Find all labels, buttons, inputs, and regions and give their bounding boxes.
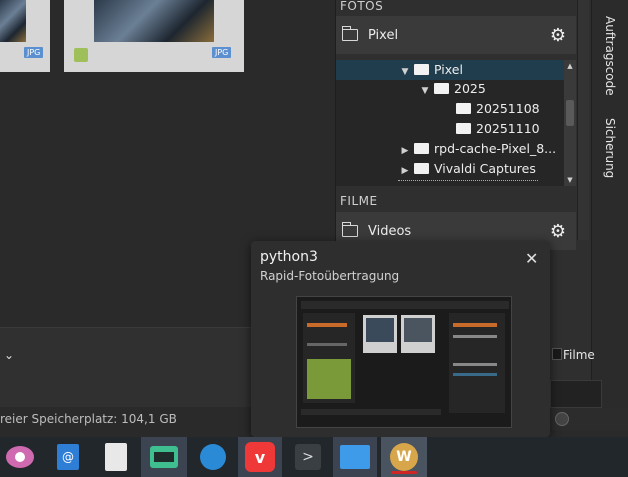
window-preview-popup[interactable]: python3 Rapid-Fotoübertragung ✕: [251, 241, 550, 437]
taskbar-item-files[interactable]: [333, 437, 377, 477]
videos-section-header: FILME: [340, 194, 378, 208]
tree-item[interactable]: ▶ Vivaldi Captures: [336, 159, 536, 179]
tree-item-label: Vivaldi Captures: [434, 161, 536, 176]
cut-off-row: [398, 180, 538, 182]
folder-icon: [456, 103, 471, 114]
rapid-photo-downloader-icon: W: [390, 443, 418, 471]
taskbar-item-eye[interactable]: [0, 437, 40, 477]
scroll-up-icon[interactable]: ▲: [564, 60, 576, 72]
scroll-down-icon[interactable]: ▼: [564, 174, 576, 186]
taskbar-item-terminal[interactable]: >: [290, 437, 326, 477]
mini-statusbar: [301, 409, 441, 415]
thumbnail-image: [94, 0, 214, 42]
expand-arrow-icon[interactable]: ▼: [418, 81, 432, 101]
download-icon: [74, 48, 88, 62]
jpg-badge: JPG: [24, 47, 44, 58]
outer-scrollbar[interactable]: [577, 0, 589, 240]
mini-thumb: [363, 315, 397, 353]
taskbar-item-rapid-photo-downloader[interactable]: W: [381, 437, 427, 477]
mini-right-panel: [449, 313, 505, 413]
slider-handle[interactable]: [555, 412, 569, 426]
photos-folder-label: Pixel: [368, 27, 399, 43]
folder-icon: [341, 26, 358, 41]
tree-item[interactable]: ▼ Pixel: [336, 60, 564, 80]
folder-icon: [414, 143, 429, 154]
files-app-icon: [340, 445, 370, 469]
expand-arrow-icon[interactable]: ▶: [398, 161, 412, 181]
tree-item-label: rpd-cache-Pixel_8...: [434, 141, 557, 156]
thumbnail-image: [0, 0, 26, 42]
active-indicator: [391, 471, 417, 474]
tab-sicherung[interactable]: Sicherung: [603, 118, 617, 178]
taskbar-item-mail[interactable]: @: [50, 437, 86, 477]
side-tab-strip: Auftragscode Sicherung: [591, 0, 628, 407]
filme-label: Filme: [563, 348, 595, 362]
tree-item-label: Pixel: [434, 62, 463, 77]
tree-item[interactable]: ▼ 2025: [336, 79, 486, 99]
taskbar-item-audio[interactable]: [141, 437, 187, 477]
free-space-label: reier Speicherplatz: 104,1 GB: [0, 412, 177, 426]
thumbnail-card[interactable]: JPG: [64, 0, 244, 72]
gear-icon[interactable]: ⚙: [550, 221, 566, 242]
window-thumbnail[interactable]: [296, 296, 512, 428]
popup-title: python3: [260, 249, 318, 265]
folder-tree[interactable]: ▼ Pixel ▼ 2025 20251108 20251110 ▶ rpd-cach…: [336, 60, 564, 186]
photos-destination-bar[interactable]: Pixel ⚙: [336, 16, 576, 54]
jpg-badge: JPG: [212, 47, 232, 58]
folder-icon: [341, 222, 358, 237]
tree-item[interactable]: ▶ rpd-cache-Pixel_8...: [336, 139, 557, 161]
bird-app-icon: [200, 444, 226, 470]
document-app-icon: [105, 443, 127, 471]
folder-icon: [414, 64, 429, 75]
terminal-app-icon: >: [295, 444, 321, 470]
eye-app-icon: [6, 446, 34, 468]
tree-item-label: 20251108: [476, 101, 540, 116]
taskbar-item-document[interactable]: [98, 437, 134, 477]
tab-auftragscode[interactable]: Auftragscode: [603, 16, 617, 96]
vivaldi-app-icon: v: [245, 442, 275, 472]
popup-subtitle: Rapid-Fotoübertragung: [260, 269, 400, 283]
mini-toolbar: [301, 301, 509, 309]
folder-icon: [456, 123, 471, 134]
scrollbar-thumb[interactable]: [566, 100, 574, 126]
photos-section-header: FOTOS: [340, 0, 384, 13]
videos-folder-label: Videos: [368, 223, 412, 239]
chevron-down-icon[interactable]: ⌄: [4, 348, 14, 362]
mini-left-panel: [303, 313, 355, 403]
mail-app-icon: @: [57, 444, 79, 470]
taskbar-item-bird[interactable]: [193, 437, 233, 477]
tree-item[interactable]: 20251110: [336, 119, 540, 139]
tree-item-label: 2025: [454, 81, 486, 96]
thumbnail-strip: JPG JPG: [0, 0, 335, 72]
tree-item-label: 20251110: [476, 121, 540, 136]
tree-scrollbar[interactable]: ▲ ▼: [564, 60, 576, 186]
taskbar: @ v > W: [0, 437, 628, 477]
tree-item[interactable]: 20251108: [336, 99, 540, 119]
audio-app-icon: [150, 446, 178, 468]
filme-checkbox[interactable]: [552, 348, 562, 360]
folder-icon: [414, 163, 429, 174]
mini-thumb: [401, 315, 435, 353]
thumbnail-card[interactable]: JPG: [0, 0, 50, 72]
folder-icon: [434, 83, 449, 94]
slider-track[interactable]: [545, 408, 628, 430]
gear-icon[interactable]: ⚙: [550, 25, 566, 46]
taskbar-item-vivaldi[interactable]: v: [238, 437, 282, 477]
close-icon[interactable]: ✕: [525, 251, 538, 267]
lower-right-box: [550, 380, 602, 408]
expand-arrow-icon[interactable]: ▶: [398, 141, 412, 161]
